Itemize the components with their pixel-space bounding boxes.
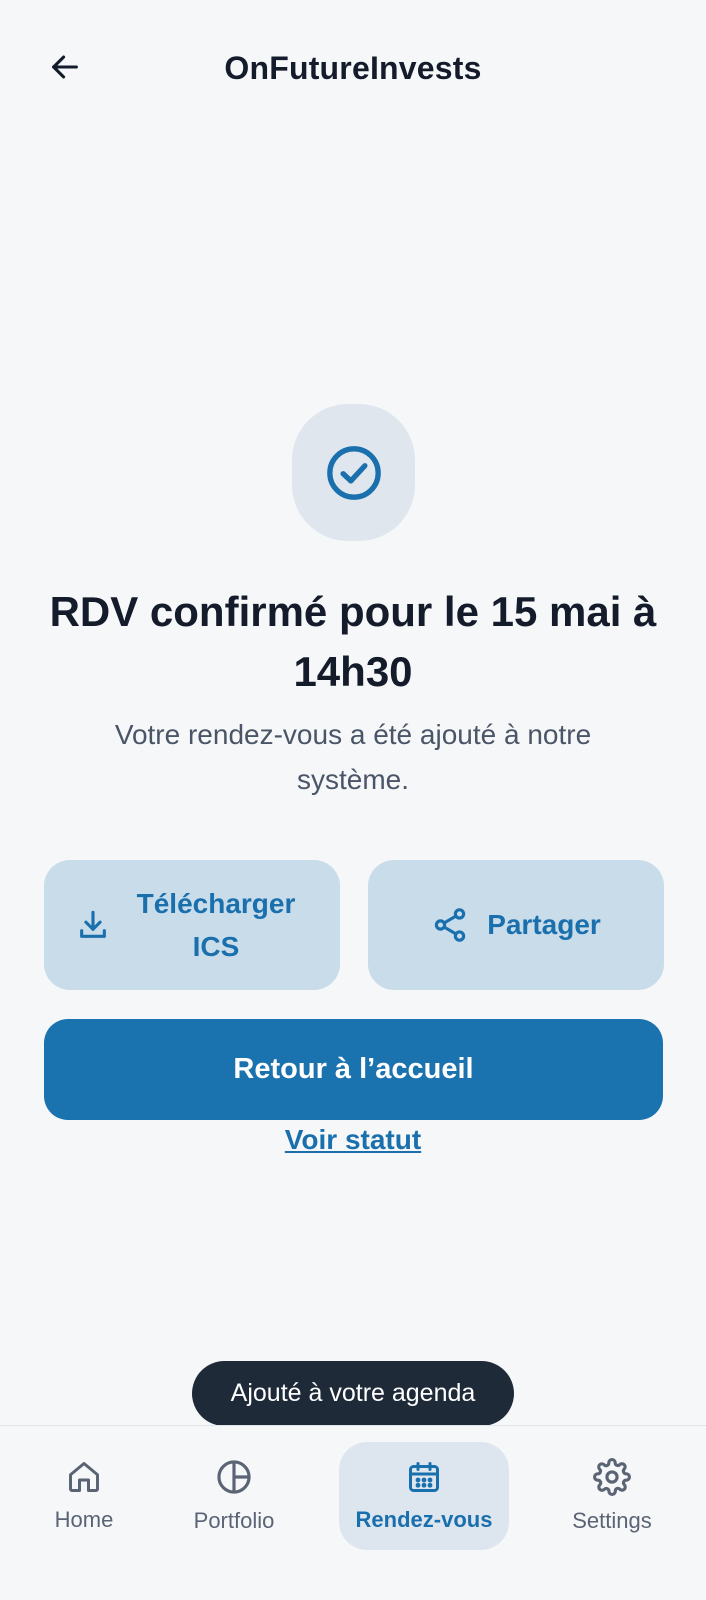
- gear-icon: [593, 1458, 631, 1496]
- home-icon: [69, 1462, 99, 1492]
- share-button[interactable]: Partager: [368, 860, 664, 990]
- nav-item-home[interactable]: Home: [38, 1442, 130, 1550]
- download-icon: [79, 910, 106, 938]
- nav-label-rendez-vous: Rendez-vous: [355, 1507, 493, 1532]
- pie-chart-icon: [217, 1460, 251, 1494]
- confirmation-screen: OnFutureInvests RDV confirmé pour le 15 …: [0, 0, 706, 1600]
- confirmation-title: RDV confirmé pour le 15 mai à 14h30: [49, 588, 657, 695]
- bottom-navigation: Home Portfolio Rendez-vous Settings: [0, 1425, 706, 1600]
- check-circle-icon: [326, 445, 381, 500]
- calendar-icon: [409, 1462, 439, 1492]
- app-title: OnFutureInvests: [224, 50, 482, 86]
- nav-label-portfolio: Portfolio: [193, 1508, 275, 1533]
- confirmation-subtitle: Votre rendez-vous a été ajouté à notre s…: [114, 719, 592, 795]
- nav-item-rendez-vous[interactable]: Rendez-vous: [339, 1442, 509, 1550]
- share-label: Partager: [487, 909, 601, 940]
- download-ics-button[interactable]: Télécharger ICS: [44, 860, 340, 990]
- share-icon: [434, 908, 466, 942]
- toast-notification: Ajouté à votre agenda: [192, 1361, 514, 1426]
- nav-item-settings[interactable]: Settings: [560, 1442, 664, 1550]
- back-to-home-button[interactable]: Retour à l’accueil: [44, 1019, 663, 1120]
- success-badge: [292, 404, 415, 541]
- app-header: OnFutureInvests: [0, 0, 706, 140]
- nav-item-portfolio[interactable]: Portfolio: [182, 1442, 286, 1550]
- nav-label-home: Home: [54, 1507, 114, 1532]
- view-status-link[interactable]: Voir statut: [0, 1124, 706, 1156]
- download-ics-label: Télécharger ICS: [136, 888, 296, 962]
- nav-label-settings: Settings: [572, 1508, 652, 1533]
